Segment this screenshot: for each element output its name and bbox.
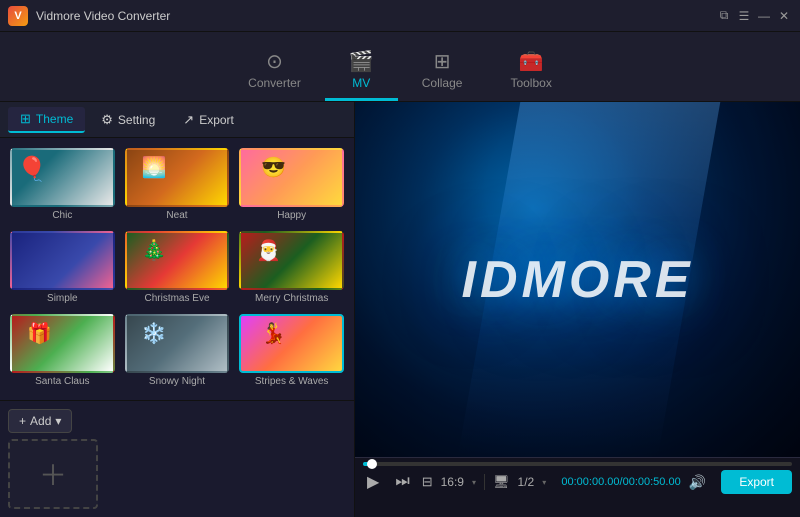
- minimize-button[interactable]: —: [756, 8, 772, 24]
- converter-icon: ⊙: [266, 52, 283, 72]
- theme-neat-thumb: [125, 148, 230, 207]
- time-display: 00:00:00.00/00:00:50.00: [561, 476, 680, 488]
- aspect-ratio-dropdown-arrow[interactable]: ▾: [472, 478, 476, 487]
- tab-collage[interactable]: ⊞ Collage: [398, 44, 487, 101]
- export-tab-icon: ↗: [183, 112, 194, 128]
- tab-converter-label: Converter: [248, 76, 301, 90]
- time-current: 00:00:00.00: [561, 476, 619, 488]
- theme-merry-christmas[interactable]: Merry Christmas: [237, 229, 346, 306]
- restore-button[interactable]: ⧉: [716, 8, 732, 24]
- theme-neat[interactable]: Neat: [123, 146, 232, 223]
- subtab-theme[interactable]: ⊞ Theme: [8, 107, 85, 133]
- progress-bar-track[interactable]: [363, 462, 792, 466]
- volume-icon[interactable]: 🔊: [689, 474, 706, 491]
- themes-grid: Chic Neat Happy Simple Christmas Eve Mer…: [0, 138, 354, 400]
- export-button-label: Export: [739, 475, 774, 489]
- theme-happy-thumb: [239, 148, 344, 207]
- theme-snowy-night[interactable]: Snowy Night: [123, 312, 232, 389]
- export-button[interactable]: Export: [721, 470, 792, 494]
- subtab-export[interactable]: ↗ Export: [171, 108, 246, 132]
- theme-santa-claus-label: Santa Claus: [35, 376, 89, 387]
- mv-icon: 🎬: [349, 52, 374, 72]
- play-button[interactable]: ▶: [363, 470, 383, 494]
- theme-chic-thumb: [10, 148, 115, 207]
- tab-toolbox-label: Toolbox: [510, 76, 551, 90]
- add-clip-plus-icon: ＋: [39, 454, 67, 494]
- theme-santa-claus[interactable]: Santa Claus: [8, 312, 117, 389]
- theme-santa-claus-thumb: [10, 314, 115, 373]
- theme-icon: ⊞: [20, 111, 31, 127]
- bottom-controls: ⊟ 16:9 ▾ 🖥 1/2 ▾: [422, 474, 547, 490]
- sub-tabs: ⊞ Theme ⚙ Setting ↗ Export: [0, 102, 354, 138]
- theme-chic-label: Chic: [52, 210, 72, 221]
- title-bar: V Vidmore Video Converter ⧉ ☰ — ✕: [0, 0, 800, 32]
- close-button[interactable]: ✕: [776, 8, 792, 24]
- menu-button[interactable]: ☰: [736, 8, 752, 24]
- aspect-ratio-value: 16:9: [441, 475, 464, 489]
- subtab-theme-label: Theme: [36, 112, 73, 126]
- subtab-export-label: Export: [199, 113, 234, 127]
- controls-row: ▶ ⏭ ⊟ 16:9 ▾ 🖥 1/2 ▾ 00:00:00.00/00:00:5…: [363, 470, 792, 494]
- progress-dot: [367, 459, 377, 469]
- preview-area: IDMORE: [355, 102, 800, 457]
- next-icon: ⏭: [395, 473, 409, 491]
- setting-icon: ⚙: [101, 112, 113, 128]
- nav-bar: ⊙ Converter 🎬 MV ⊞ Collage 🧰 Toolbox: [0, 32, 800, 102]
- next-button[interactable]: ⏭: [391, 471, 413, 493]
- theme-stripes-waves-thumb: [239, 314, 344, 373]
- theme-simple-label: Simple: [47, 293, 78, 304]
- tab-toolbox[interactable]: 🧰 Toolbox: [486, 44, 575, 101]
- add-arrow-icon: ▾: [55, 414, 61, 428]
- theme-happy[interactable]: Happy: [237, 146, 346, 223]
- theme-happy-label: Happy: [277, 210, 306, 221]
- controls-divider: [484, 474, 485, 490]
- app-title: Vidmore Video Converter: [36, 9, 716, 23]
- preview-background: IDMORE: [355, 102, 800, 457]
- theme-stripes-waves-label: Stripes & Waves: [255, 376, 329, 387]
- page-dropdown-arrow[interactable]: ▾: [542, 478, 546, 487]
- preview-watermark: IDMORE: [462, 250, 694, 310]
- theme-christmas-eve-thumb: [125, 231, 230, 290]
- theme-christmas-eve-label: Christmas Eve: [144, 293, 209, 304]
- theme-neat-label: Neat: [166, 210, 187, 221]
- aspect-ratio-icon: ⊟: [422, 474, 433, 490]
- play-icon: ▶: [367, 472, 379, 492]
- theme-snowy-night-label: Snowy Night: [149, 376, 205, 387]
- theme-christmas-eve[interactable]: Christmas Eve: [123, 229, 232, 306]
- time-total: 00:00:50.00: [623, 476, 681, 488]
- theme-stripes-waves[interactable]: Stripes & Waves: [237, 312, 346, 389]
- main-content: ⊞ Theme ⚙ Setting ↗ Export Chic Neat: [0, 102, 800, 517]
- subtab-setting-label: Setting: [118, 113, 155, 127]
- add-panel: + Add ▾ ＋: [0, 400, 354, 517]
- right-panel: IDMORE ▶ ⏭ ⊟ 16:9: [355, 102, 800, 517]
- tab-mv[interactable]: 🎬 MV: [325, 44, 398, 101]
- add-button-label: Add: [30, 414, 51, 428]
- tab-converter[interactable]: ⊙ Converter: [224, 44, 325, 101]
- toolbox-icon: 🧰: [519, 52, 544, 72]
- theme-snowy-night-thumb: [125, 314, 230, 373]
- left-panel: ⊞ Theme ⚙ Setting ↗ Export Chic Neat: [0, 102, 355, 517]
- theme-chic[interactable]: Chic: [8, 146, 117, 223]
- collage-icon: ⊞: [434, 52, 451, 72]
- theme-merry-christmas-thumb: [239, 231, 344, 290]
- app-icon: V: [8, 6, 28, 26]
- player-controls: ▶ ⏭ ⊟ 16:9 ▾ 🖥 1/2 ▾ 00:00:00.00/00:00:5…: [355, 457, 800, 517]
- tab-collage-label: Collage: [422, 76, 463, 90]
- page-value: 1/2: [518, 475, 535, 489]
- add-plus-icon: +: [19, 414, 26, 428]
- progress-bar-row: [363, 462, 792, 466]
- tab-mv-label: MV: [352, 76, 370, 90]
- theme-simple[interactable]: Simple: [8, 229, 117, 306]
- add-button[interactable]: + Add ▾: [8, 409, 72, 433]
- monitor-icon: 🖥: [493, 474, 510, 490]
- subtab-setting[interactable]: ⚙ Setting: [89, 108, 167, 132]
- window-controls: ⧉ ☰ — ✕: [716, 8, 792, 24]
- theme-simple-thumb: [10, 231, 115, 290]
- theme-merry-christmas-label: Merry Christmas: [255, 293, 328, 304]
- add-clip-area[interactable]: ＋: [8, 439, 98, 509]
